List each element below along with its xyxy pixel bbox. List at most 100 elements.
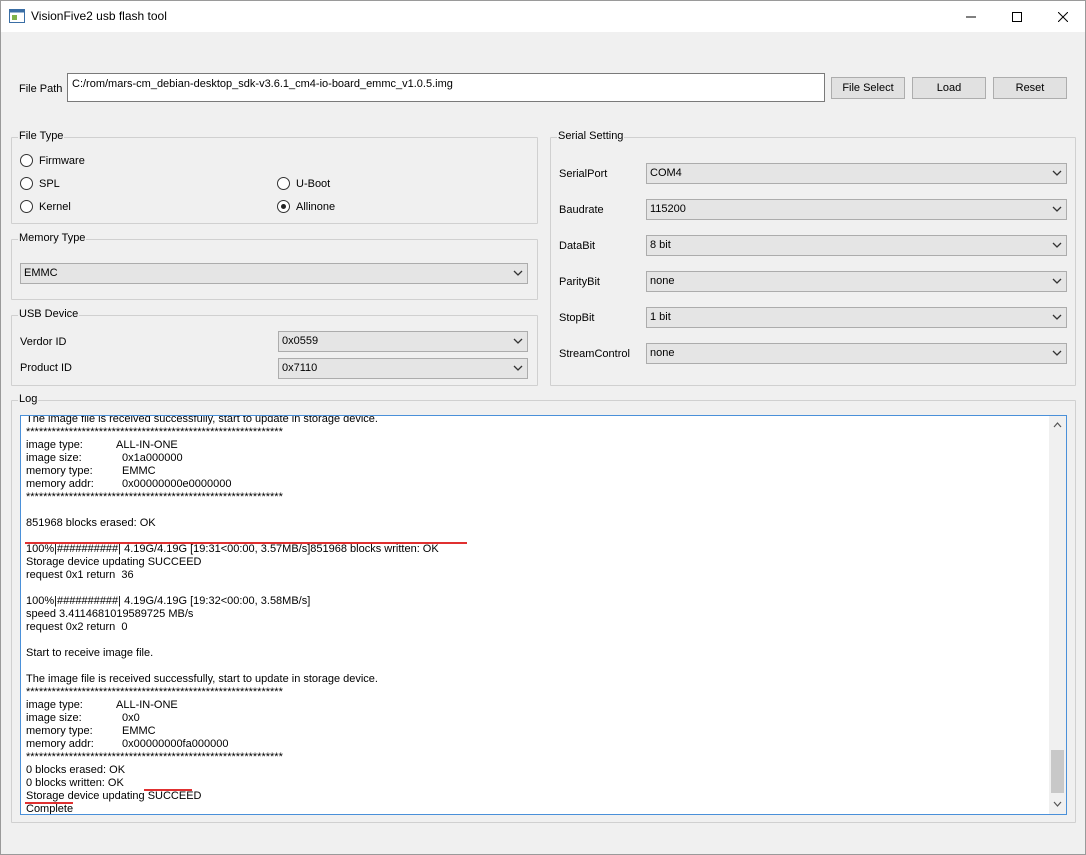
baudrate-select[interactable]: 115200 bbox=[646, 199, 1067, 220]
log-text: 100%|##########| 4.19G/4.19G [19:32<00:0… bbox=[26, 595, 311, 607]
radio-uboot[interactable]: U-Boot bbox=[277, 177, 330, 190]
log-text: The image file is received successfully,… bbox=[26, 415, 378, 425]
load-button[interactable]: Load bbox=[912, 77, 986, 99]
memory-type-value: EMMC bbox=[24, 267, 58, 279]
log-line: 100%|##########| 4.19G/4.19G [19:31<00:0… bbox=[26, 543, 1046, 556]
log-value: ALL-IN-ONE bbox=[116, 439, 178, 451]
vendor-id-select[interactable]: 0x0559 bbox=[278, 331, 528, 352]
log-line: Complete bbox=[26, 803, 1046, 815]
radio-label: Allinone bbox=[296, 200, 336, 213]
radio-circle bbox=[20, 200, 33, 213]
log-text: image size: bbox=[26, 452, 82, 464]
log-line: ****************************************… bbox=[26, 426, 1046, 439]
reset-button[interactable]: Reset bbox=[993, 77, 1067, 99]
product-id-select[interactable]: 0x7110 bbox=[278, 358, 528, 379]
radio-circle bbox=[20, 154, 33, 167]
log-line: memory type: EMMC bbox=[26, 725, 1046, 738]
log-title: Log bbox=[18, 393, 39, 405]
window-title: VisionFive2 usb flash tool bbox=[31, 9, 167, 23]
log-text: image type: bbox=[26, 699, 83, 711]
radio-firmware[interactable]: Firmware bbox=[20, 154, 85, 167]
log-value: EMMC bbox=[122, 465, 156, 477]
chevron-down-icon bbox=[513, 365, 523, 371]
log-text: memory addr: bbox=[26, 738, 94, 750]
log-line: memory type: EMMC bbox=[26, 465, 1046, 478]
app-window-icon bbox=[9, 9, 25, 23]
log-line: ****************************************… bbox=[26, 751, 1046, 764]
log-text: ****************************************… bbox=[26, 751, 283, 763]
product-id-value: 0x7110 bbox=[282, 362, 318, 374]
log-text: Storage device updating SUCCEED bbox=[26, 790, 202, 802]
stopbit-select[interactable]: 1 bit bbox=[646, 307, 1067, 328]
scroll-down-icon[interactable] bbox=[1053, 801, 1062, 807]
radio-label: SPL bbox=[39, 177, 60, 190]
chevron-down-icon bbox=[513, 270, 523, 276]
memory-type-title: Memory Type bbox=[18, 232, 87, 244]
minimize-button[interactable] bbox=[948, 1, 994, 32]
radio-label: U-Boot bbox=[296, 177, 331, 190]
scroll-up-icon[interactable] bbox=[1053, 422, 1062, 428]
databit-value: 8 bit bbox=[650, 239, 671, 251]
radio-allinone[interactable]: Allinone bbox=[277, 200, 335, 213]
radio-circle bbox=[20, 177, 33, 190]
streamcontrol-select[interactable]: none bbox=[646, 343, 1067, 364]
vendor-id-label: Verdor ID bbox=[20, 336, 67, 348]
log-text: request 0x1 return 36 bbox=[26, 569, 134, 581]
radio-kernel[interactable]: Kernel bbox=[20, 200, 71, 213]
log-text: ****************************************… bbox=[26, 426, 283, 438]
log-text: image size: bbox=[26, 712, 82, 724]
log-line: image size: 0x1a000000 bbox=[26, 452, 1046, 465]
chevron-down-icon bbox=[1052, 350, 1062, 356]
log-line: 851968 blocks erased: OK bbox=[26, 517, 1046, 530]
app-window: VisionFive2 usb flash tool File Path C:/… bbox=[0, 0, 1086, 855]
baudrate-label: Baudrate bbox=[559, 204, 604, 216]
chevron-down-icon bbox=[1052, 278, 1062, 284]
log-text: 0 blocks erased: OK bbox=[26, 764, 126, 776]
baudrate-value: 115200 bbox=[650, 203, 686, 215]
log-text: ****************************************… bbox=[26, 686, 283, 698]
radio-spl[interactable]: SPL bbox=[20, 177, 60, 190]
paritybit-select[interactable]: none bbox=[646, 271, 1067, 292]
chevron-down-icon bbox=[513, 338, 523, 344]
log-line: Start to receive image file. bbox=[26, 647, 1046, 660]
file-path-input[interactable]: C:/rom/mars-cm_debian-desktop_sdk-v3.6.1… bbox=[67, 73, 825, 102]
log-value: 0x0 bbox=[122, 712, 140, 724]
close-button[interactable] bbox=[1040, 1, 1086, 32]
radio-circle bbox=[277, 177, 290, 190]
maximize-button[interactable] bbox=[994, 1, 1040, 32]
log-line: request 0x2 return 0 bbox=[26, 621, 1046, 634]
title-bar[interactable]: VisionFive2 usb flash tool bbox=[1, 1, 1085, 32]
log-line: Storage device updating SUCCEED bbox=[26, 556, 1046, 569]
annotation-underline bbox=[25, 542, 467, 544]
log-line: memory addr: 0x00000000e0000000 bbox=[26, 478, 1046, 491]
paritybit-value: none bbox=[650, 275, 675, 287]
log-text: request 0x2 return 0 bbox=[26, 621, 128, 633]
file-select-button[interactable]: File Select bbox=[831, 77, 905, 99]
file-type-group bbox=[11, 137, 538, 224]
serial-setting-title: Serial Setting bbox=[557, 130, 625, 142]
usb-device-title: USB Device bbox=[18, 308, 80, 320]
log-text: Complete bbox=[26, 803, 74, 815]
log-output[interactable]: The image file is received successfully,… bbox=[20, 415, 1067, 815]
log-text: speed 3.4114681019589725 MB/s bbox=[26, 608, 194, 620]
radio-circle-checked bbox=[277, 200, 290, 213]
log-line: 100%|##########| 4.19G/4.19G [19:32<00:0… bbox=[26, 595, 1046, 608]
scroll-thumb[interactable] bbox=[1051, 750, 1064, 793]
file-type-title: File Type bbox=[18, 130, 65, 142]
vendor-id-value: 0x0559 bbox=[282, 335, 319, 347]
maximize-icon bbox=[1012, 11, 1022, 22]
serial-port-label: SerialPort bbox=[559, 168, 608, 180]
log-scrollbar[interactable] bbox=[1049, 416, 1066, 814]
annotation-underline bbox=[144, 789, 192, 791]
log-line: Storage device updating SUCCEED bbox=[26, 790, 1046, 803]
databit-select[interactable]: 8 bit bbox=[646, 235, 1067, 256]
log-value: ALL-IN-ONE bbox=[116, 699, 178, 711]
memory-type-select[interactable]: EMMC bbox=[20, 263, 528, 284]
log-line: image type: ALL-IN-ONE bbox=[26, 699, 1046, 712]
log-text: Start to receive image file. bbox=[26, 647, 154, 659]
serial-port-select[interactable]: COM4 bbox=[646, 163, 1067, 184]
log-value: 0x1a000000 bbox=[122, 452, 183, 464]
databit-label: DataBit bbox=[559, 240, 596, 252]
